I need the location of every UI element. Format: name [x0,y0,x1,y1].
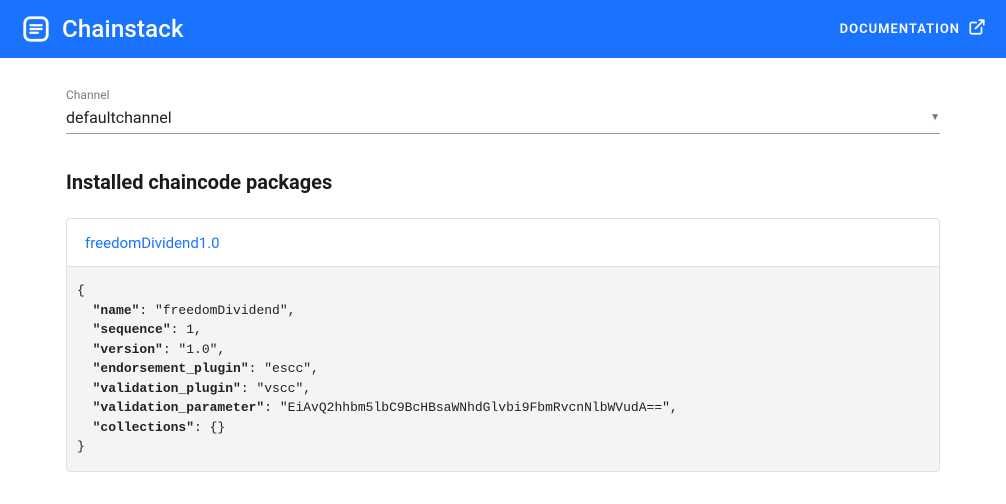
app-header: Chainstack DOCUMENTATION [0,0,1006,58]
brand-logo-icon [20,13,52,45]
package-header: freedomDividend1.0 [67,219,939,267]
section-title: Installed chaincode packages [66,170,940,194]
external-link-icon [968,18,986,40]
package-title-link[interactable]: freedomDividend1.0 [85,234,220,252]
channel-label: Channel [66,88,940,102]
main-content: Channel defaultchannel ▼ Installed chain… [0,58,1006,472]
package-json-body: { "name": "freedomDividend", "sequence":… [67,267,939,471]
brand-name: Chainstack [62,15,184,43]
documentation-label: DOCUMENTATION [840,22,960,37]
channel-select[interactable]: defaultchannel ▼ [66,104,940,134]
channel-selected-value: defaultchannel [66,108,172,127]
chaincode-package-card: freedomDividend1.0 { "name": "freedomDiv… [66,218,940,472]
brand: Chainstack [20,13,184,45]
documentation-link[interactable]: DOCUMENTATION [840,18,986,40]
channel-field: Channel defaultchannel ▼ [66,88,940,134]
chevron-down-icon: ▼ [930,112,940,123]
